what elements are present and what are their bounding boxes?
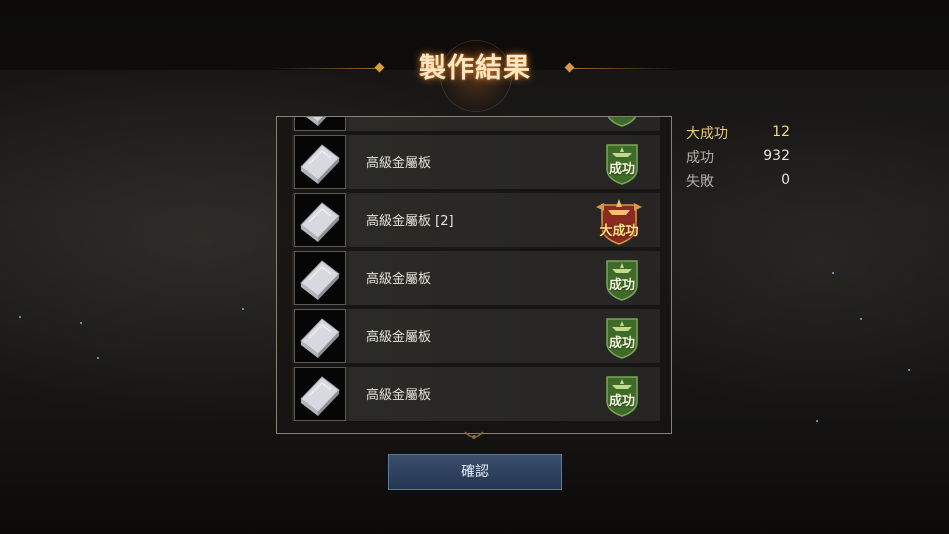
stat-label: 大成功: [686, 126, 728, 142]
success-emblem-icon: 成功: [602, 141, 642, 185]
sparkle-particle: [908, 369, 910, 371]
stat-value: 0: [781, 172, 790, 188]
stat-label: 成功: [686, 150, 714, 166]
result-row: 高級金屬板 成功: [292, 367, 660, 421]
craft-stats: 大成功 12 成功 932 失敗 0: [686, 123, 790, 195]
sparkle-particle: [19, 316, 21, 318]
stat-label: 失敗: [686, 174, 714, 190]
item-name: 高級金屬板: [366, 330, 432, 345]
success-emblem-icon: 成功: [602, 117, 642, 127]
great-success-emblem-icon: 大成功: [594, 197, 644, 245]
item-name: 高級金屬板: [366, 272, 432, 287]
item-name: 高級金屬板: [366, 156, 432, 171]
metal-plate-icon: [294, 193, 346, 247]
sparkle-particle: [80, 322, 82, 324]
sparkle-particle: [860, 318, 862, 320]
scroll-down-ornament-icon: [464, 431, 484, 439]
success-emblem-icon: 成功: [602, 373, 642, 417]
sparkle-particle: [242, 308, 244, 310]
result-label: 成功: [608, 278, 635, 293]
confirm-button[interactable]: 確認: [388, 454, 562, 490]
result-label: 成功: [602, 117, 642, 119]
metal-plate-icon: [294, 251, 346, 305]
dialog-title: 製作結果: [419, 53, 531, 84]
stat-value: 12: [772, 124, 790, 140]
title-divider-left: [270, 68, 378, 69]
metal-plate-icon: [294, 367, 346, 421]
sparkle-particle: [97, 357, 99, 359]
stat-value: 932: [763, 148, 790, 164]
result-row: 高級金屬板 [2] 大成功: [292, 193, 660, 247]
sparkle-particle: [832, 272, 834, 274]
success-emblem-icon: 成功: [602, 315, 642, 359]
metal-plate-icon: [294, 309, 346, 363]
stat-great-success: 大成功 12: [686, 123, 790, 147]
result-label: 成功: [608, 336, 635, 351]
result-label: 成功: [608, 162, 635, 177]
result-row: 高級金屬板成功: [292, 117, 660, 131]
metal-plate-icon: [294, 135, 346, 189]
stat-success: 成功 932: [686, 147, 790, 171]
sparkle-particle: [816, 420, 818, 422]
item-name: 高級金屬板 [2]: [366, 214, 454, 229]
title-divider-right: [573, 68, 681, 69]
result-label: 成功: [608, 394, 635, 409]
stat-fail: 失敗 0: [686, 171, 790, 195]
success-emblem-icon: 成功: [602, 257, 642, 301]
item-name: 高級金屬板: [366, 388, 432, 403]
result-row: 高級金屬板 成功: [292, 309, 660, 363]
result-label: 大成功: [599, 224, 639, 239]
metal-plate-icon: [294, 117, 346, 131]
result-list[interactable]: 高級金屬板成功高級金屬板成功高級金屬板 [2]大成功高級金屬板成功高級金屬板成功…: [276, 116, 672, 434]
result-row: 高級金屬板 成功: [292, 251, 660, 305]
result-row: 高級金屬板 成功: [292, 135, 660, 189]
